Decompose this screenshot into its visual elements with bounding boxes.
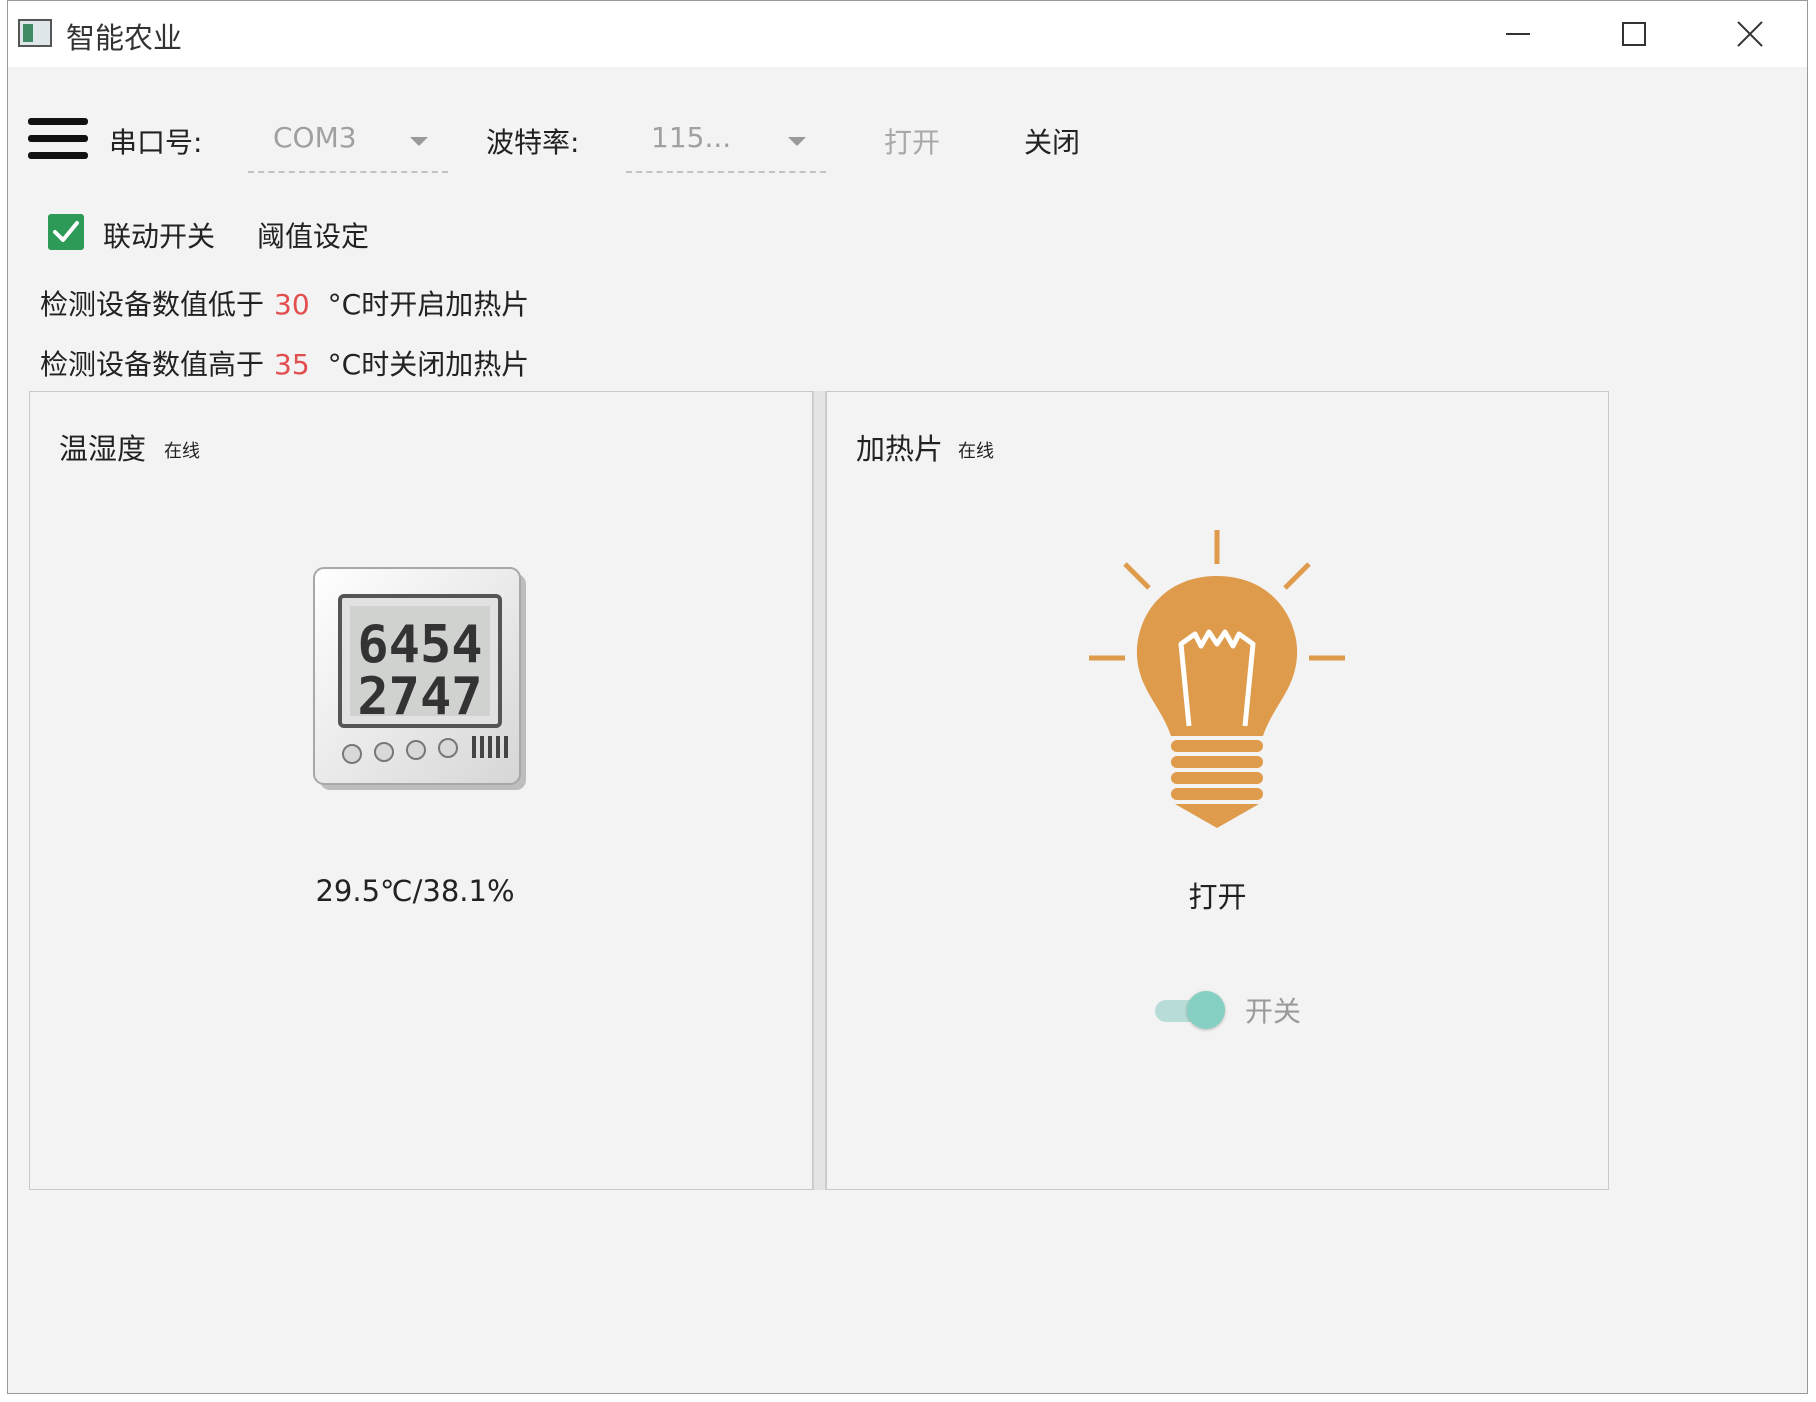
linkage-label[interactable]: 联动开关: [103, 215, 215, 255]
app-icon: [18, 19, 52, 47]
heater-status-badge: 在线: [958, 441, 994, 462]
sensor-reading: 29.5℃/38.1%: [315, 874, 515, 908]
panel-divider: [813, 391, 826, 1190]
svg-text:6454: 6454: [357, 615, 482, 675]
sensor-panel: 温湿度 在线 6454 2747 29.5℃/38.1%: [29, 391, 813, 1190]
threshold-settings-button[interactable]: 阈值设定: [257, 215, 369, 255]
sensor-title: 温湿度: [59, 432, 147, 466]
high-threshold-value: 35: [274, 348, 310, 381]
baud-select[interactable]: 115...: [626, 115, 826, 173]
baud-label: 波特率:: [486, 126, 580, 159]
menu-icon[interactable]: [28, 118, 88, 160]
heater-toggle-switch[interactable]: [1153, 990, 1227, 1030]
window-title: 智能农业: [66, 21, 183, 55]
serial-toolbar: 串口号: COM3 波特率: 115... 打开 关闭: [8, 101, 1807, 173]
svg-text:2747: 2747: [357, 667, 482, 727]
thermo-hygrometer-icon: 6454 2747: [313, 567, 526, 790]
open-port-button[interactable]: 打开: [884, 121, 940, 161]
maximize-button[interactable]: [1576, 1, 1692, 67]
chevron-down-icon: [410, 137, 428, 146]
toggle-knob[interactable]: [1187, 991, 1225, 1029]
low-rule-prefix: 检测设备数值低于: [40, 288, 265, 321]
light-bulb-icon: [1089, 530, 1345, 828]
low-threshold-value: 30: [274, 288, 310, 321]
minimize-button[interactable]: [1460, 1, 1576, 67]
toggle-label: 开关: [1245, 995, 1302, 1028]
title-bar[interactable]: 智能农业: [8, 1, 1807, 67]
chevron-down-icon: [788, 137, 806, 146]
maximize-icon: [1622, 22, 1646, 46]
close-port-button[interactable]: 关闭: [1024, 121, 1080, 161]
high-rule-prefix: 检测设备数值高于: [40, 348, 265, 381]
close-icon: [1737, 21, 1763, 47]
port-label: 串口号:: [109, 126, 203, 159]
check-icon: [53, 221, 79, 242]
low-rule-suffix: °C时开启加热片: [327, 288, 530, 321]
background-desktop-bottom: [0, 1394, 1816, 1402]
port-select[interactable]: COM3: [248, 115, 448, 173]
port-value: COM3: [273, 121, 357, 154]
heater-state: 打开: [1188, 880, 1247, 914]
close-window-button[interactable]: [1692, 1, 1808, 67]
low-threshold-rule: 检测设备数值低于 30 °C时开启加热片: [40, 283, 529, 323]
baud-value: 115...: [651, 121, 732, 154]
heater-title: 加热片: [856, 432, 944, 466]
background-desktop: [1808, 0, 1816, 1402]
minimize-icon: [1506, 33, 1530, 35]
app-window: 智能农业 串口号: COM3 波特率: 115... 打开 关闭 联动开关 阈值…: [7, 0, 1808, 1394]
high-rule-suffix: °C时关闭加热片: [327, 348, 530, 381]
linkage-checkbox[interactable]: [48, 214, 84, 250]
linkage-row: 联动开关 阈值设定: [48, 211, 448, 253]
heater-panel: 加热片 在线 打开 开关: [826, 391, 1609, 1190]
high-threshold-rule: 检测设备数值高于 35 °C时关闭加热片: [40, 343, 529, 383]
sensor-status-badge: 在线: [164, 441, 200, 462]
